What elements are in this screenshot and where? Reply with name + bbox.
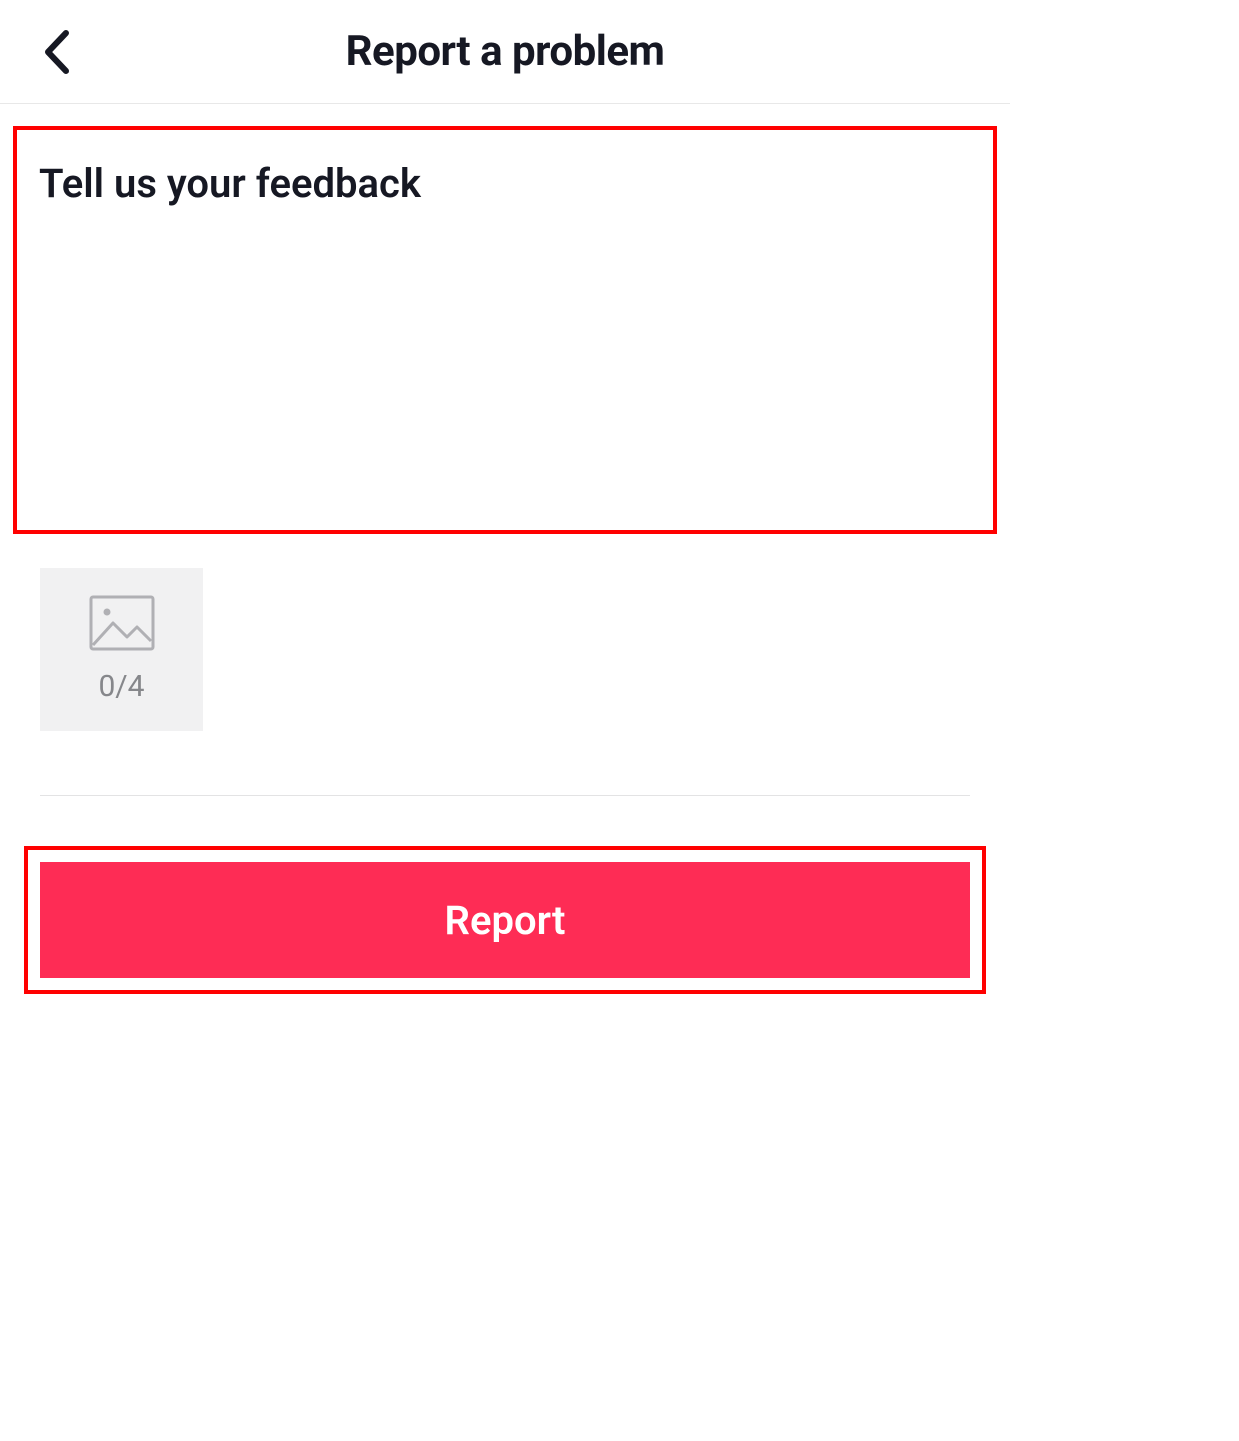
- page-title: Report a problem: [0, 27, 1010, 76]
- back-button[interactable]: [32, 21, 78, 83]
- report-button-wrap: Report: [24, 846, 986, 994]
- upload-count: 0/4: [98, 669, 144, 704]
- chevron-left-icon: [40, 29, 70, 75]
- feedback-container: [13, 126, 997, 534]
- divider: [40, 795, 970, 796]
- add-image-button[interactable]: 0/4: [40, 568, 203, 731]
- report-button[interactable]: Report: [40, 862, 970, 978]
- image-icon: [89, 595, 155, 651]
- header: Report a problem: [0, 0, 1010, 104]
- feedback-input[interactable]: [39, 160, 971, 500]
- content: 0/4 Report: [0, 126, 1010, 994]
- report-problem-screen: Report a problem 0/4 Report: [0, 0, 1010, 994]
